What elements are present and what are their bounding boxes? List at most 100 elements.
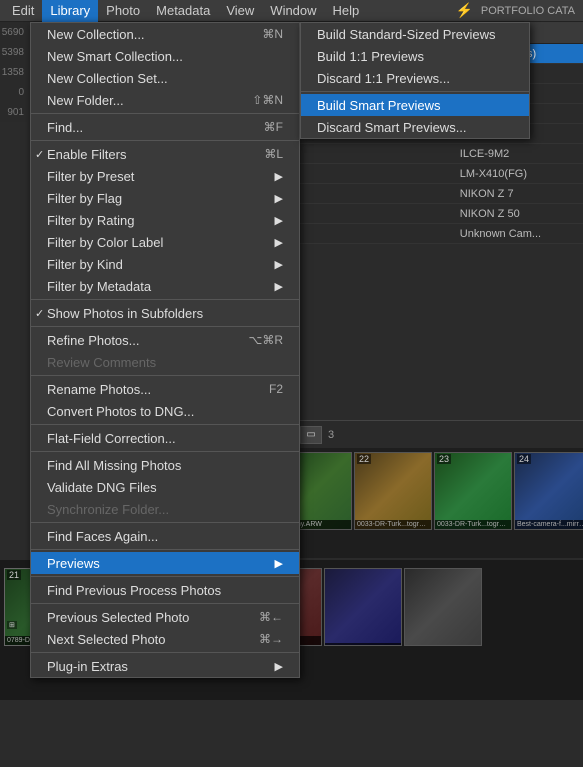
- menu-divider: [31, 522, 299, 523]
- checkmark-icon: ✓: [35, 148, 44, 161]
- menu-sync-folder[interactable]: Synchronize Folder...: [31, 498, 299, 520]
- menu-divider: [31, 451, 299, 452]
- menu-divider: [31, 113, 299, 114]
- menubar-view[interactable]: View: [218, 0, 262, 22]
- menu-item-label: Filter by Kind: [47, 257, 123, 272]
- menu-filter-color[interactable]: Filter by Color Label ▶: [31, 231, 299, 253]
- menu-prev-selected[interactable]: Previous Selected Photo ⌘←: [31, 606, 299, 628]
- submenu-arrow: ▶: [275, 236, 283, 249]
- film-thumb[interactable]: 24 Best-camera-f...mirrorless: [514, 452, 583, 530]
- table-row[interactable]: LM-X410(FG): [270, 164, 583, 184]
- shortcut: ⌘L: [264, 147, 283, 161]
- submenu-item-label: Build Standard-Sized Previews: [317, 27, 495, 42]
- left-numbers-panel: 5690 5398 1358 0 901: [0, 22, 28, 122]
- film-thumb[interactable]: 22 0033-DR-Turk...tographyJPG: [354, 452, 432, 530]
- menu-validate-dng[interactable]: Validate DNG Files: [31, 476, 299, 498]
- menu-review-comments[interactable]: Review Comments: [31, 351, 299, 373]
- left-num-3: 1358: [0, 62, 28, 82]
- menubar-window[interactable]: Window: [262, 0, 324, 22]
- film-thumb[interactable]: 23 0033-DR-Turk...tographyJPG: [434, 452, 512, 530]
- menu-convert-dng[interactable]: Convert Photos to DNG...: [31, 400, 299, 422]
- menubar-photo[interactable]: Photo: [98, 0, 148, 22]
- submenu-discard-smart[interactable]: Discard Smart Previews...: [301, 116, 529, 138]
- menu-item-label: Filter by Color Label: [47, 235, 163, 250]
- submenu-divider: [301, 91, 529, 92]
- table-row[interactable]: NIKON Z 50: [270, 204, 583, 224]
- thumb-number: 24: [517, 454, 531, 464]
- menu-new-collection[interactable]: New Collection... ⌘N: [31, 23, 299, 45]
- submenu-item-label: Build Smart Previews: [317, 98, 441, 113]
- submenu-arrow: ▶: [275, 557, 283, 570]
- menu-filter-flag[interactable]: Filter by Flag ▶: [31, 187, 299, 209]
- loupe-view-btn[interactable]: ▭: [300, 426, 322, 444]
- thumb-label: [325, 643, 401, 645]
- menu-item-label: Find Previous Process Photos: [47, 583, 221, 598]
- cell-camera: LM-X410(FG): [452, 168, 583, 180]
- menubar-metadata[interactable]: Metadata: [148, 0, 218, 22]
- table-row[interactable]: Unknown Cam...: [270, 224, 583, 244]
- menu-filter-rating[interactable]: Filter by Rating ▶: [31, 209, 299, 231]
- menu-item-label: Previous Selected Photo: [47, 610, 189, 625]
- menu-item-label: Review Comments: [47, 355, 156, 370]
- menu-item-label: Refine Photos...: [47, 333, 140, 348]
- menu-plugin-extras[interactable]: Plug-in Extras ▶: [31, 655, 299, 677]
- menubar-help[interactable]: Help: [325, 0, 368, 22]
- menu-item-label: Rename Photos...: [47, 382, 151, 397]
- menu-new-folder[interactable]: New Folder... ⇧⌘N: [31, 89, 299, 111]
- filmstrip-toolbar: ⊞ ▭ 3: [270, 420, 583, 448]
- menu-item-label: Convert Photos to DNG...: [47, 404, 194, 419]
- menu-previews[interactable]: Previews ▶: [31, 552, 299, 574]
- menu-divider: [31, 603, 299, 604]
- shortcut: ⌘N: [262, 27, 283, 41]
- submenu-build-standard[interactable]: Build Standard-Sized Previews: [301, 23, 529, 45]
- menu-divider: [31, 140, 299, 141]
- cell-camera: Unknown Cam...: [452, 228, 583, 240]
- menu-enable-filters[interactable]: ✓ Enable Filters ⌘L: [31, 143, 299, 165]
- menubar-library[interactable]: Library: [42, 0, 98, 22]
- thumb-number: 23: [437, 454, 451, 464]
- left-num-1: 5690: [0, 22, 28, 42]
- menu-filter-metadata[interactable]: Filter by Metadata ▶: [31, 275, 299, 297]
- table-row[interactable]: NIKON Z 7: [270, 184, 583, 204]
- portfolio-title: PORTFOLIO CATA: [481, 5, 579, 17]
- menu-refine-photos[interactable]: Refine Photos... ⌥⌘R: [31, 329, 299, 351]
- menu-divider: [31, 326, 299, 327]
- submenu-arrow: ▶: [275, 170, 283, 183]
- submenu-arrow: ▶: [275, 192, 283, 205]
- thumb-count: 3: [328, 429, 334, 441]
- thumb-number: 22: [357, 454, 371, 464]
- menubar-edit[interactable]: Edit: [4, 0, 42, 22]
- submenu-arrow: ▶: [275, 280, 283, 293]
- menu-item-label: Find All Missing Photos: [47, 458, 181, 473]
- thumb-number: 21: [7, 570, 21, 580]
- menu-item-label: Show Photos in Subfolders: [47, 306, 203, 321]
- film-thumb[interactable]: [324, 568, 402, 646]
- menu-find-missing[interactable]: Find All Missing Photos: [31, 454, 299, 476]
- menu-find-faces[interactable]: Find Faces Again...: [31, 525, 299, 547]
- left-num-4: 0: [0, 82, 28, 102]
- submenu-discard-1to1[interactable]: Discard 1:1 Previews...: [301, 67, 529, 89]
- submenu-build-1to1[interactable]: Build 1:1 Previews: [301, 45, 529, 67]
- submenu-item-label: Build 1:1 Previews: [317, 49, 424, 64]
- menu-item-label: Validate DNG Files: [47, 480, 157, 495]
- menu-next-selected[interactable]: Next Selected Photo ⌘→: [31, 628, 299, 650]
- menu-find-prev-process[interactable]: Find Previous Process Photos: [31, 579, 299, 601]
- menu-item-label: Enable Filters: [47, 147, 126, 162]
- menu-item-label: New Collection Set...: [47, 71, 168, 86]
- menu-filter-kind[interactable]: Filter by Kind ▶: [31, 253, 299, 275]
- library-dropdown-menu: New Collection... ⌘N New Smart Collectio…: [30, 22, 300, 678]
- menu-item-label: Next Selected Photo: [47, 632, 166, 647]
- menu-filter-preset[interactable]: Filter by Preset ▶: [31, 165, 299, 187]
- menu-rename-photos[interactable]: Rename Photos... F2: [31, 378, 299, 400]
- menu-find[interactable]: Find... ⌘F: [31, 116, 299, 138]
- menu-new-collection-set[interactable]: New Collection Set...: [31, 67, 299, 89]
- checkmark-icon: ✓: [35, 307, 44, 320]
- table-row[interactable]: ILCE-9M2: [270, 144, 583, 164]
- filmstrip-top: 21 ...graphy.ARW 22 0033-DR-Turk...togra…: [270, 448, 583, 558]
- menu-show-subfolders[interactable]: ✓ Show Photos in Subfolders: [31, 302, 299, 324]
- menu-flat-field[interactable]: Flat-Field Correction...: [31, 427, 299, 449]
- film-thumb[interactable]: [404, 568, 482, 646]
- submenu-build-smart[interactable]: Build Smart Previews: [301, 94, 529, 116]
- cell-camera: NIKON Z 7: [452, 188, 583, 200]
- menu-new-smart-collection[interactable]: New Smart Collection...: [31, 45, 299, 67]
